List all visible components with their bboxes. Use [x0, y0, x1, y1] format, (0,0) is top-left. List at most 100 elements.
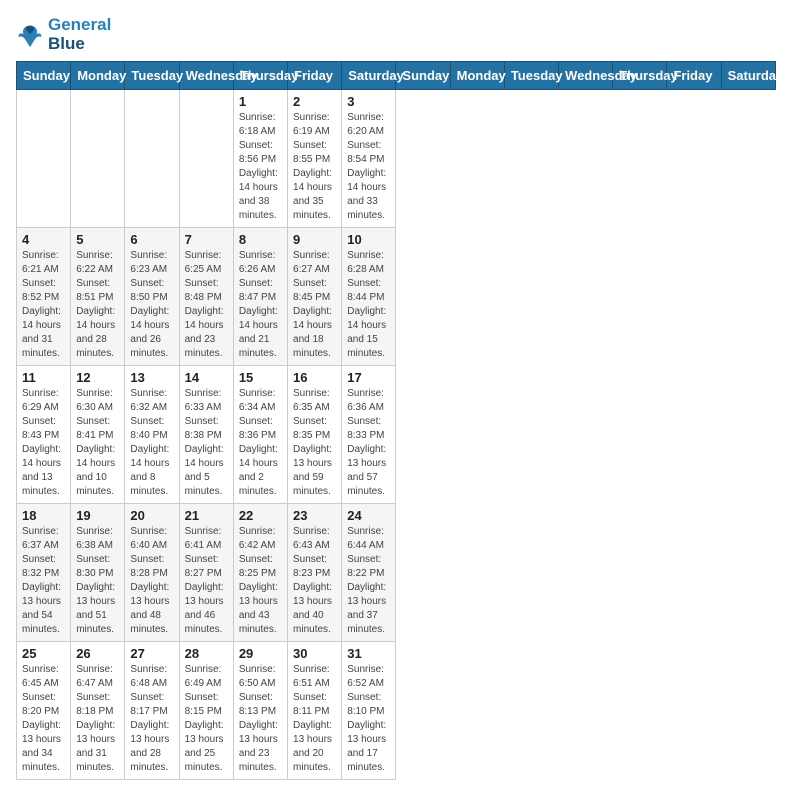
calendar-week-row: 4 Sunrise: 6:21 AM Sunset: 8:52 PM Daylig…: [17, 228, 776, 366]
day-header-tuesday: Tuesday: [125, 62, 179, 90]
calendar-week-row: 18 Sunrise: 6:37 AM Sunset: 8:32 PM Dayli…: [17, 504, 776, 642]
day-header-sunday: Sunday: [396, 62, 450, 90]
day-info: Sunrise: 6:23 AM Sunset: 8:50 PM Dayligh…: [130, 249, 173, 361]
day-number: 21: [185, 508, 228, 523]
day-header-saturday: Saturday: [342, 62, 396, 90]
day-number: 10: [347, 232, 390, 247]
day-number: 19: [76, 508, 119, 523]
day-info: Sunrise: 6:29 AM Sunset: 8:43 PM Dayligh…: [22, 387, 65, 499]
calendar-cell: 17 Sunrise: 6:36 AM Sunset: 8:33 PM Dayli…: [342, 366, 396, 504]
day-header-monday: Monday: [71, 62, 125, 90]
day-number: 4: [22, 232, 65, 247]
day-number: 5: [76, 232, 119, 247]
day-header-friday: Friday: [288, 62, 342, 90]
day-info: Sunrise: 6:48 AM Sunset: 8:17 PM Dayligh…: [130, 663, 173, 775]
day-header-tuesday: Tuesday: [504, 62, 558, 90]
day-number: 18: [22, 508, 65, 523]
day-number: 1: [239, 94, 282, 109]
day-info: Sunrise: 6:26 AM Sunset: 8:47 PM Dayligh…: [239, 249, 282, 361]
calendar-cell: 4 Sunrise: 6:21 AM Sunset: 8:52 PM Daylig…: [17, 228, 71, 366]
day-header-thursday: Thursday: [613, 62, 667, 90]
day-number: 23: [293, 508, 336, 523]
logo: General Blue: [16, 16, 111, 53]
day-info: Sunrise: 6:38 AM Sunset: 8:30 PM Dayligh…: [76, 525, 119, 637]
day-info: Sunrise: 6:22 AM Sunset: 8:51 PM Dayligh…: [76, 249, 119, 361]
calendar-cell: 19 Sunrise: 6:38 AM Sunset: 8:30 PM Dayli…: [71, 504, 125, 642]
day-number: 28: [185, 646, 228, 661]
calendar-cell: 10Sunrise: 6:28 AM Sunset: 8:44 PM Dayli…: [342, 228, 396, 366]
calendar-cell: 8Sunrise: 6:26 AM Sunset: 8:47 PM Daylig…: [233, 228, 287, 366]
logo-text: General Blue: [48, 16, 111, 53]
day-info: Sunrise: 6:43 AM Sunset: 8:23 PM Dayligh…: [293, 525, 336, 637]
day-number: 7: [185, 232, 228, 247]
calendar-week-row: 25Sunrise: 6:45 AM Sunset: 8:20 PM Dayli…: [17, 642, 776, 780]
calendar-cell: [125, 90, 179, 228]
day-number: 29: [239, 646, 282, 661]
calendar-cell: 18 Sunrise: 6:37 AM Sunset: 8:32 PM Dayli…: [17, 504, 71, 642]
day-info: Sunrise: 6:44 AM Sunset: 8:22 PM Dayligh…: [347, 525, 390, 637]
calendar-cell: [179, 90, 233, 228]
day-header-monday: Monday: [450, 62, 504, 90]
calendar-cell: 22Sunrise: 6:42 AM Sunset: 8:25 PM Dayli…: [233, 504, 287, 642]
day-header-thursday: Thursday: [233, 62, 287, 90]
day-number: 16: [293, 370, 336, 385]
day-number: 17: [347, 370, 390, 385]
day-number: 26: [76, 646, 119, 661]
calendar-cell: 25Sunrise: 6:45 AM Sunset: 8:20 PM Dayli…: [17, 642, 71, 780]
day-number: 11: [22, 370, 65, 385]
day-number: 30: [293, 646, 336, 661]
day-info: Sunrise: 6:42 AM Sunset: 8:25 PM Dayligh…: [239, 525, 282, 637]
day-header-wednesday: Wednesday: [179, 62, 233, 90]
calendar-cell: 9 Sunrise: 6:27 AM Sunset: 8:45 PM Daylig…: [288, 228, 342, 366]
day-number: 25: [22, 646, 65, 661]
day-info: Sunrise: 6:27 AM Sunset: 8:45 PM Dayligh…: [293, 249, 336, 361]
day-info: Sunrise: 6:37 AM Sunset: 8:32 PM Dayligh…: [22, 525, 65, 637]
day-info: Sunrise: 6:21 AM Sunset: 8:52 PM Dayligh…: [22, 249, 65, 361]
calendar-cell: 29Sunrise: 6:50 AM Sunset: 8:13 PM Dayli…: [233, 642, 287, 780]
day-info: Sunrise: 6:47 AM Sunset: 8:18 PM Dayligh…: [76, 663, 119, 775]
day-info: Sunrise: 6:40 AM Sunset: 8:28 PM Dayligh…: [130, 525, 173, 637]
logo-icon: [16, 21, 44, 49]
calendar-cell: 14Sunrise: 6:33 AM Sunset: 8:38 PM Dayli…: [179, 366, 233, 504]
day-info: Sunrise: 6:51 AM Sunset: 8:11 PM Dayligh…: [293, 663, 336, 775]
calendar-cell: 31 Sunrise: 6:52 AM Sunset: 8:10 PM Dayli…: [342, 642, 396, 780]
calendar-header-row: SundayMondayTuesdayWednesdayThursdayFrid…: [17, 62, 776, 90]
day-info: Sunrise: 6:41 AM Sunset: 8:27 PM Dayligh…: [185, 525, 228, 637]
calendar-cell: [71, 90, 125, 228]
day-number: 20: [130, 508, 173, 523]
day-info: Sunrise: 6:20 AM Sunset: 8:54 PM Dayligh…: [347, 111, 390, 223]
day-number: 31: [347, 646, 390, 661]
calendar-cell: 3Sunrise: 6:20 AM Sunset: 8:54 PM Daylig…: [342, 90, 396, 228]
day-header-sunday: Sunday: [17, 62, 71, 90]
day-number: 27: [130, 646, 173, 661]
day-header-saturday: Saturday: [721, 62, 775, 90]
day-header-friday: Friday: [667, 62, 721, 90]
day-info: Sunrise: 6:34 AM Sunset: 8:36 PM Dayligh…: [239, 387, 282, 499]
day-info: Sunrise: 6:36 AM Sunset: 8:33 PM Dayligh…: [347, 387, 390, 499]
day-number: 15: [239, 370, 282, 385]
day-number: 2: [293, 94, 336, 109]
calendar-cell: 28Sunrise: 6:49 AM Sunset: 8:15 PM Dayli…: [179, 642, 233, 780]
calendar-cell: 13 Sunrise: 6:32 AM Sunset: 8:40 PM Dayli…: [125, 366, 179, 504]
calendar-cell: 24Sunrise: 6:44 AM Sunset: 8:22 PM Dayli…: [342, 504, 396, 642]
day-number: 13: [130, 370, 173, 385]
calendar-cell: [17, 90, 71, 228]
calendar-cell: 20 Sunrise: 6:40 AM Sunset: 8:28 PM Dayli…: [125, 504, 179, 642]
calendar-cell: 16Sunrise: 6:35 AM Sunset: 8:35 PM Dayli…: [288, 366, 342, 504]
day-number: 6: [130, 232, 173, 247]
day-info: Sunrise: 6:52 AM Sunset: 8:10 PM Dayligh…: [347, 663, 390, 775]
calendar-cell: 6 Sunrise: 6:23 AM Sunset: 8:50 PM Daylig…: [125, 228, 179, 366]
day-number: 9: [293, 232, 336, 247]
day-number: 12: [76, 370, 119, 385]
calendar-cell: 26 Sunrise: 6:47 AM Sunset: 8:18 PM Dayli…: [71, 642, 125, 780]
header: General Blue: [16, 16, 776, 53]
day-info: Sunrise: 6:19 AM Sunset: 8:55 PM Dayligh…: [293, 111, 336, 223]
calendar-cell: 2 Sunrise: 6:19 AM Sunset: 8:55 PM Daylig…: [288, 90, 342, 228]
day-info: Sunrise: 6:33 AM Sunset: 8:38 PM Dayligh…: [185, 387, 228, 499]
day-info: Sunrise: 6:32 AM Sunset: 8:40 PM Dayligh…: [130, 387, 173, 499]
calendar-cell: 15 Sunrise: 6:34 AM Sunset: 8:36 PM Dayli…: [233, 366, 287, 504]
calendar-cell: 7Sunrise: 6:25 AM Sunset: 8:48 PM Daylig…: [179, 228, 233, 366]
calendar-cell: 30 Sunrise: 6:51 AM Sunset: 8:11 PM Dayli…: [288, 642, 342, 780]
calendar-cell: 1Sunrise: 6:18 AM Sunset: 8:56 PM Daylig…: [233, 90, 287, 228]
day-header-wednesday: Wednesday: [559, 62, 613, 90]
